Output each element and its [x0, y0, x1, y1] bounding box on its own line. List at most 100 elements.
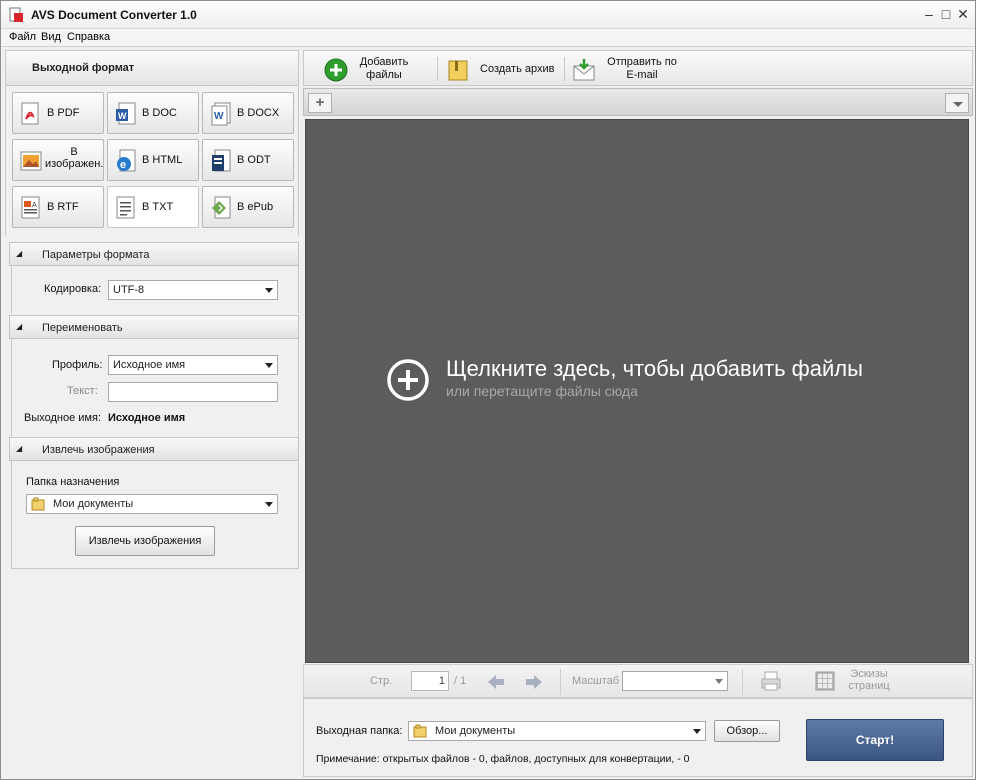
right-panel: Добавить файлы Создать архив Отправить п…	[303, 50, 973, 777]
odt-icon	[212, 149, 231, 172]
dest-folder-value: Мои документы	[53, 498, 134, 510]
format-txt-button[interactable]: В TXT	[107, 186, 199, 228]
profile-select[interactable]: Исходное имя	[108, 355, 278, 375]
collapse-icon: ◢	[16, 249, 23, 258]
profile-label: Профиль:	[52, 359, 103, 371]
format-docx-label: В DOCX	[237, 107, 280, 119]
arrow-left-icon[interactable]	[486, 673, 506, 691]
output-name-label: Выходное имя:	[24, 412, 101, 424]
add-files-label: Добавить файлы	[359, 56, 409, 81]
email-icon	[573, 59, 595, 81]
drop-zone-subtitle: или перетащите файлы сюда	[446, 383, 638, 399]
dest-folder-label: Папка назначения	[26, 476, 120, 488]
format-image-label: В изображен.	[45, 146, 104, 170]
menu-file[interactable]: Файл	[9, 31, 36, 43]
title-bar: AVS Document Converter 1.0 – □ ✕	[1, 1, 975, 29]
tab-list-button[interactable]	[945, 93, 969, 113]
extract-section-header[interactable]: ◢ Извлечь изображения	[9, 437, 299, 461]
format-params-title: Параметры формата	[42, 249, 150, 261]
file-drop-zone[interactable]: Щелкните здесь, чтобы добавить файлы или…	[305, 119, 969, 663]
format-params-body: Кодировка: UTF-8	[11, 266, 299, 314]
extract-body: Папка назначения Мои документы Извлечь и…	[11, 461, 299, 569]
format-pdf-button[interactable]: В PDF	[12, 92, 104, 134]
svg-text:A: A	[32, 202, 37, 209]
image-icon	[20, 151, 42, 171]
output-folder-value: Мои документы	[435, 725, 516, 737]
doc-icon: W	[116, 102, 136, 125]
format-rtf-label: В RTF	[47, 201, 79, 213]
create-archive-label: Создать архив	[480, 63, 555, 75]
folder-icon	[413, 724, 427, 738]
format-params-section-header[interactable]: ◢ Параметры формата	[9, 242, 299, 266]
folder-icon	[31, 497, 45, 511]
docx-icon: W	[211, 102, 231, 126]
minimize-icon[interactable]: –	[921, 5, 937, 23]
output-format-header: Выходной формат	[5, 50, 299, 86]
dest-folder-select[interactable]: Мои документы	[26, 494, 278, 514]
text-label: Текст:	[67, 385, 98, 397]
chevron-down-icon	[693, 729, 701, 734]
format-odt-button[interactable]: В ODT	[202, 139, 294, 181]
rename-title: Переименовать	[42, 322, 123, 334]
close-icon[interactable]: ✕	[955, 5, 971, 23]
arrow-right-icon[interactable]	[524, 673, 544, 691]
toolbar-divider	[564, 57, 565, 81]
format-image-button[interactable]: В изображен.	[12, 139, 104, 181]
toolbar: Добавить файлы Создать архив Отправить п…	[303, 50, 973, 86]
send-email-button[interactable]: Отправить по E-mail	[572, 55, 692, 83]
archive-icon	[448, 60, 468, 81]
chevron-down-icon	[265, 363, 273, 368]
extract-images-button[interactable]: Извлечь изображения	[75, 526, 215, 556]
app-logo-icon	[9, 7, 23, 22]
page-total: / 1	[454, 675, 467, 687]
rename-section-header[interactable]: ◢ Переименовать	[9, 315, 299, 339]
svg-text:e: e	[120, 159, 126, 171]
add-tab-button[interactable]: +	[308, 93, 332, 113]
browse-button[interactable]: Обзор...	[714, 720, 780, 742]
nav-divider	[560, 669, 561, 695]
format-doc-label: В DOC	[142, 107, 177, 119]
encoding-select[interactable]: UTF-8	[108, 280, 278, 300]
maximize-icon[interactable]: □	[938, 5, 954, 23]
print-icon[interactable]	[760, 670, 782, 692]
zoom-select[interactable]	[622, 671, 728, 691]
menu-view[interactable]: Вид	[41, 31, 61, 43]
output-folder-select[interactable]: Мои документы	[408, 721, 706, 741]
add-files-button[interactable]: Добавить файлы	[324, 55, 414, 83]
encoding-label: Кодировка:	[44, 283, 102, 295]
text-input[interactable]	[108, 382, 278, 402]
page-navigation-bar: Стр. 1 / 1 Масштаб Эскизы страниц	[303, 664, 973, 698]
app-window: AVS Document Converter 1.0 – □ ✕ Файл Ви…	[0, 0, 976, 780]
output-name-value: Исходное имя	[108, 412, 186, 424]
thumbnails-label[interactable]: Эскизы страниц	[844, 668, 894, 692]
encoding-value: UTF-8	[113, 284, 145, 296]
zoom-label: Масштаб	[572, 675, 620, 687]
format-html-label: В HTML	[142, 154, 183, 166]
create-archive-button[interactable]: Создать архив	[446, 55, 556, 83]
window-title: AVS Document Converter 1.0	[31, 8, 197, 22]
output-format-title: Выходной формат	[32, 62, 135, 74]
format-docx-button[interactable]: W В DOCX	[202, 92, 294, 134]
menu-help[interactable]: Справка	[67, 31, 110, 43]
page-input[interactable]: 1	[411, 671, 449, 691]
collapse-icon: ◢	[16, 322, 23, 331]
svg-text:W: W	[214, 111, 224, 122]
pdf-icon	[21, 102, 39, 125]
start-button[interactable]: Старт!	[806, 719, 944, 761]
html-icon: e	[117, 149, 136, 172]
add-circle-icon	[387, 359, 429, 401]
epub-icon	[212, 196, 231, 219]
tab-bar: +	[303, 88, 973, 116]
format-rtf-button[interactable]: A В RTF	[12, 186, 104, 228]
format-epub-button[interactable]: В ePub	[202, 186, 294, 228]
status-note: Примечание: открытых файлов - 0, файлов,…	[316, 753, 690, 765]
rename-body: Профиль: Исходное имя Текст: Выходное им…	[11, 339, 299, 437]
chevron-down-icon	[953, 102, 963, 107]
drop-zone-title: Щелкните здесь, чтобы добавить файлы	[446, 356, 863, 381]
send-email-label: Отправить по E-mail	[607, 56, 677, 81]
format-html-button[interactable]: e В HTML	[107, 139, 199, 181]
chevron-down-icon	[715, 679, 723, 684]
thumbnails-icon[interactable]	[814, 670, 836, 692]
menu-bar: Файл Вид Справка	[1, 29, 975, 47]
format-doc-button[interactable]: W В DOC	[107, 92, 199, 134]
